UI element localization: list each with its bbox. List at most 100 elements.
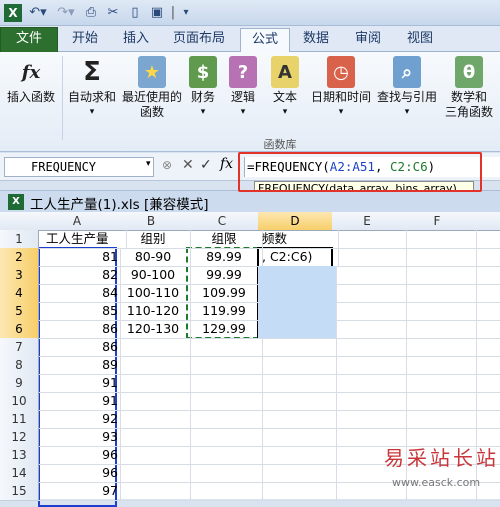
customize-qa-icon[interactable]: ▾	[180, 4, 192, 22]
cell-b9[interactable]	[116, 374, 191, 393]
row-header-4[interactable]: 4	[0, 284, 39, 303]
column-header-e[interactable]: E	[332, 212, 403, 231]
name-box[interactable]: FREQUENCY	[4, 157, 154, 177]
cell-c13[interactable]	[186, 446, 263, 465]
tab-insert[interactable]: 插入	[114, 28, 158, 52]
cell-c3[interactable]: 99.99	[186, 266, 263, 285]
cell-e7[interactable]	[332, 338, 407, 357]
lookup-reference-button[interactable]: ⌕ 查找与引用 ▾	[374, 56, 440, 120]
row-header-13[interactable]: 13	[0, 446, 39, 465]
cell-g10[interactable]	[472, 392, 500, 411]
cell-d7[interactable]	[258, 338, 337, 357]
cell-b3[interactable]: 90-100	[116, 266, 191, 285]
cell-c11[interactable]	[186, 410, 263, 429]
cell-d15[interactable]	[258, 482, 337, 501]
row-header-6[interactable]: 6	[0, 320, 39, 339]
cell-f8[interactable]	[402, 356, 477, 375]
cell-g4[interactable]	[472, 284, 500, 303]
cell-a7[interactable]: 86	[38, 338, 121, 357]
row-header-3[interactable]: 3	[0, 266, 39, 285]
cell-g9[interactable]	[472, 374, 500, 393]
cell-f1[interactable]	[402, 230, 477, 249]
cell-d13[interactable]	[258, 446, 337, 465]
cell-f2[interactable]	[402, 248, 477, 267]
cell-c9[interactable]	[186, 374, 263, 393]
cell-e13[interactable]	[332, 446, 407, 465]
cell-f12[interactable]	[402, 428, 477, 447]
cell-e11[interactable]	[332, 410, 407, 429]
tab-file[interactable]: 文件	[0, 27, 58, 54]
cell-g12[interactable]	[472, 428, 500, 447]
cell-e8[interactable]	[332, 356, 407, 375]
cell-f13[interactable]	[402, 446, 477, 465]
cell-b13[interactable]	[116, 446, 191, 465]
cell-f7[interactable]	[402, 338, 477, 357]
row-header-5[interactable]: 5	[0, 302, 39, 321]
column-header-a[interactable]: A	[38, 212, 117, 231]
row-header-15[interactable]: 15	[0, 482, 39, 501]
scissors-icon[interactable]: ✂	[104, 4, 122, 22]
cell-b10[interactable]	[116, 392, 191, 411]
cell-a14[interactable]: 96	[38, 464, 121, 483]
tab-home[interactable]: 开始	[60, 28, 110, 52]
cell-d12[interactable]	[258, 428, 337, 447]
cell-g11[interactable]	[472, 410, 500, 429]
cell-g2[interactable]	[472, 248, 500, 267]
row-header-12[interactable]: 12	[0, 428, 39, 447]
cell-a4[interactable]: 84	[38, 284, 121, 303]
cell-e10[interactable]	[332, 392, 407, 411]
row-header-8[interactable]: 8	[0, 356, 39, 375]
print-preview-icon[interactable]: ⎙	[82, 4, 100, 22]
undo-icon[interactable]: ↶▾	[26, 4, 50, 22]
cancel-icon[interactable]: ⊗	[162, 158, 172, 172]
row-header-9[interactable]: 9	[0, 374, 39, 393]
cell-a2[interactable]: 81	[38, 248, 121, 267]
cell-b4[interactable]: 100-110	[116, 284, 191, 303]
tab-data[interactable]: 数据	[294, 28, 338, 52]
row-header-14[interactable]: 14	[0, 464, 39, 483]
financial-button[interactable]: $ 财务 ▾	[186, 56, 220, 120]
cell-f11[interactable]	[402, 410, 477, 429]
tab-view[interactable]: 视图	[398, 28, 442, 52]
cell-d4[interactable]	[258, 284, 337, 303]
cell-b7[interactable]	[116, 338, 191, 357]
cell-d3[interactable]	[258, 266, 337, 285]
cell-a3[interactable]: 82	[38, 266, 121, 285]
text-button[interactable]: A 文本 ▾	[268, 56, 302, 120]
cell-c15[interactable]	[186, 482, 263, 501]
cell-e1[interactable]	[332, 230, 407, 249]
cell-c14[interactable]	[186, 464, 263, 483]
redo-icon[interactable]: ↷▾	[54, 4, 78, 22]
cell-f14[interactable]	[402, 464, 477, 483]
cell-f6[interactable]	[402, 320, 477, 339]
cell-d1[interactable]: 频数	[258, 230, 339, 249]
cell-b6[interactable]: 120-130	[116, 320, 191, 339]
cell-d10[interactable]	[258, 392, 337, 411]
cell-f15[interactable]	[402, 482, 477, 501]
date-time-button[interactable]: ◷ 日期和时间 ▾	[308, 56, 374, 120]
cell-d5[interactable]	[258, 302, 337, 321]
tab-formulas[interactable]: 公式	[240, 28, 290, 54]
insert-function-fx-icon[interactable]: fx	[220, 156, 233, 172]
tab-review[interactable]: 审阅	[346, 28, 390, 52]
cell-c6[interactable]: 129.99	[186, 320, 263, 339]
column-header-c[interactable]: C	[186, 212, 259, 231]
cell-a8[interactable]: 89	[38, 356, 121, 375]
row-header-11[interactable]: 11	[0, 410, 39, 429]
cell-c12[interactable]	[186, 428, 263, 447]
insert-function-button[interactable]: fx 插入函数	[2, 56, 60, 105]
cell-c5[interactable]: 119.99	[186, 302, 263, 321]
cell-e6[interactable]	[332, 320, 407, 339]
cell-b2[interactable]: 80-90	[116, 248, 191, 267]
worksheet-grid[interactable]: A B C D E F 1 工人生产量 组别 组限 频数 2 81 80-90 89.99, C…	[0, 212, 500, 507]
cell-a5[interactable]: 85	[38, 302, 121, 321]
cell-g15[interactable]	[472, 482, 500, 501]
column-header-f[interactable]: F	[402, 212, 473, 231]
cell-a13[interactable]: 96	[38, 446, 121, 465]
name-box-dropdown-icon[interactable]: ▾	[146, 159, 151, 169]
cell-g14[interactable]	[472, 464, 500, 483]
cell-g1[interactable]	[472, 230, 500, 249]
cell-f5[interactable]	[402, 302, 477, 321]
recent-functions-button[interactable]: ★ 最近使用的 函数	[120, 56, 184, 120]
cell-a12[interactable]: 93	[38, 428, 121, 447]
